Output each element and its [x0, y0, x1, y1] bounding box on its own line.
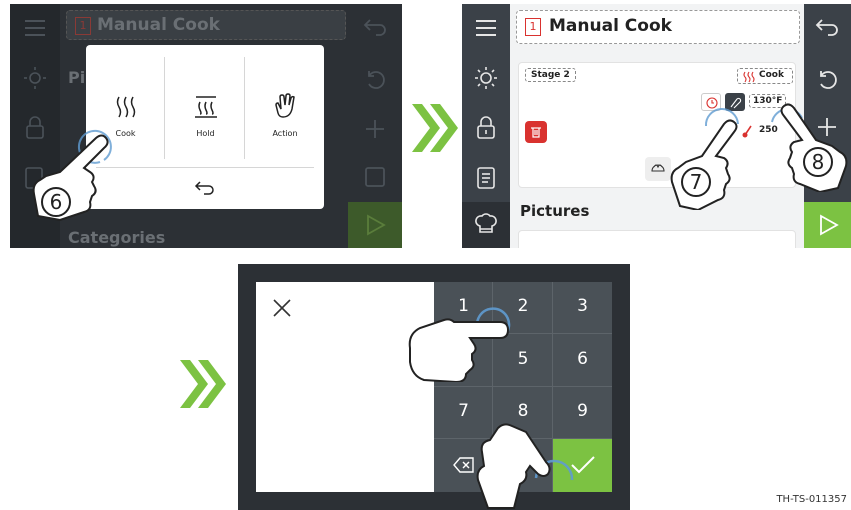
step-number-8: 8 — [811, 150, 825, 174]
sun-icon[interactable] — [474, 66, 498, 90]
hand-pointer-icon — [476, 423, 574, 509]
key-3[interactable]: 3 — [553, 282, 612, 334]
menu-icon[interactable] — [23, 18, 47, 38]
title-number-badge: 1 — [525, 18, 541, 36]
hand-pointer-keypad-top — [408, 292, 538, 384]
cook-type-chip[interactable]: Cook — [737, 68, 793, 84]
sun-icon[interactable] — [23, 66, 47, 90]
panel-1-screenshot: 1 Manual Cook Pi Categories Cook Hold Ac… — [10, 4, 402, 248]
menu-icon[interactable] — [474, 18, 498, 38]
delete-stage-button[interactable] — [525, 121, 547, 143]
chevron-double-right-icon — [412, 104, 458, 152]
dialog-option-action[interactable]: Action — [246, 57, 324, 159]
hand-pointer-icon — [408, 307, 511, 384]
document-code: TH-TS-011357 — [776, 494, 847, 505]
document-icon[interactable] — [476, 166, 496, 190]
header-bar: 1 Manual Cook — [66, 10, 346, 40]
dialog-back-icon[interactable] — [194, 179, 216, 197]
title-number-badge: 1 — [75, 17, 91, 35]
sidebar — [462, 4, 510, 248]
panel-2-screenshot: 1 Manual Cook Stage 2 Cook 130°F 250 Pic… — [462, 4, 851, 248]
hand-pointer-6: 6 — [30, 124, 140, 224]
food-icon — [651, 164, 665, 172]
pictures-box — [518, 230, 796, 248]
key-6[interactable]: 6 — [553, 334, 612, 387]
chevron-double-right-icon — [180, 360, 226, 408]
hand-action-icon — [275, 93, 295, 118]
recipes-tab-active[interactable] — [462, 202, 510, 248]
page-title: Manual Cook — [549, 16, 672, 36]
hold-heat-icon — [195, 96, 217, 118]
cook-label: Cook — [759, 70, 784, 80]
pictures-label: Pictures — [520, 202, 590, 220]
step-number-7: 7 — [689, 170, 703, 194]
stage-label: Stage 2 — [525, 68, 576, 82]
back-arrow-icon[interactable] — [362, 16, 388, 36]
key-label: 3 — [577, 296, 588, 316]
trash-icon — [531, 127, 541, 138]
step-number-6: 6 — [49, 190, 63, 214]
start-button[interactable] — [804, 202, 851, 248]
header-bar: 1 Manual Cook — [516, 10, 800, 44]
hand-pointer-icon — [771, 103, 848, 194]
page-title: Manual Cook — [97, 15, 220, 35]
start-button[interactable] — [348, 202, 402, 248]
steam-heat-icon — [116, 96, 136, 118]
undo-icon[interactable] — [816, 68, 838, 90]
hand-pointer-keypad-bottom — [470, 392, 590, 510]
close-icon[interactable] — [272, 298, 292, 318]
save-icon[interactable] — [364, 166, 386, 188]
dialog-option-label: Action — [272, 129, 298, 138]
chef-hat-icon — [475, 213, 497, 233]
categories-label: Categories — [68, 228, 166, 247]
dialog-option-hold[interactable]: Hold — [166, 57, 245, 159]
undo-icon[interactable] — [364, 68, 386, 90]
steam-heat-icon — [743, 71, 755, 83]
hand-pointer-8: 8 — [758, 92, 851, 194]
play-icon — [367, 214, 386, 236]
pi-label: Pi — [68, 68, 86, 87]
dialog-option-label: Hold — [196, 129, 215, 138]
plus-icon[interactable] — [364, 118, 386, 140]
lock-icon[interactable] — [475, 116, 497, 140]
key-label: 6 — [577, 349, 588, 369]
hand-pointer-icon — [670, 108, 739, 212]
play-icon — [820, 214, 839, 236]
hand-pointer-7: 7 — [666, 96, 758, 212]
panel-3-screenshot: 1 2 3 4 5 6 7 8 9 0 — [238, 264, 630, 510]
back-arrow-icon[interactable] — [814, 16, 840, 38]
